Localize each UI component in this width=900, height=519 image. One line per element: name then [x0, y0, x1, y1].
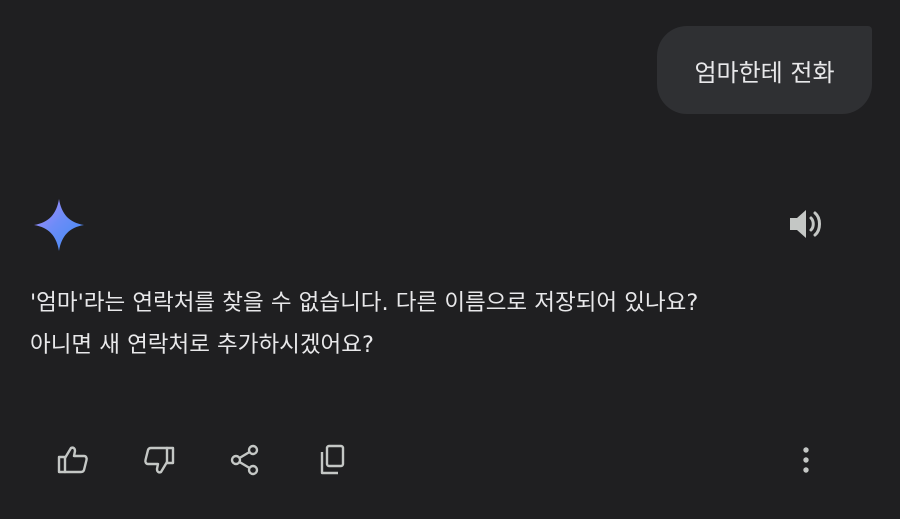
- response-action-bar: [0, 434, 900, 486]
- share-icon[interactable]: [227, 442, 263, 478]
- gemini-sparkle-icon: [33, 198, 85, 252]
- more-vert-icon[interactable]: [788, 442, 824, 478]
- speaker-icon[interactable]: [788, 207, 824, 241]
- copy-icon[interactable]: [315, 442, 351, 478]
- assistant-response: '엄마'라는 연락처를 찾을 수 없습니다. 다른 이름으로 저장되어 있나요?…: [30, 282, 870, 366]
- user-message-bubble: 엄마한테 전화: [657, 26, 872, 114]
- response-line: 아니면 새 연락처로 추가하시겠어요?: [30, 332, 374, 358]
- thumbs-down-icon[interactable]: [141, 442, 177, 478]
- response-line: '엄마'라는 연락처를 찾을 수 없습니다. 다른 이름으로 저장되어 있나요?: [30, 290, 699, 316]
- user-message-text: 엄마한테 전화: [694, 58, 835, 87]
- thumbs-up-icon[interactable]: [55, 442, 91, 478]
